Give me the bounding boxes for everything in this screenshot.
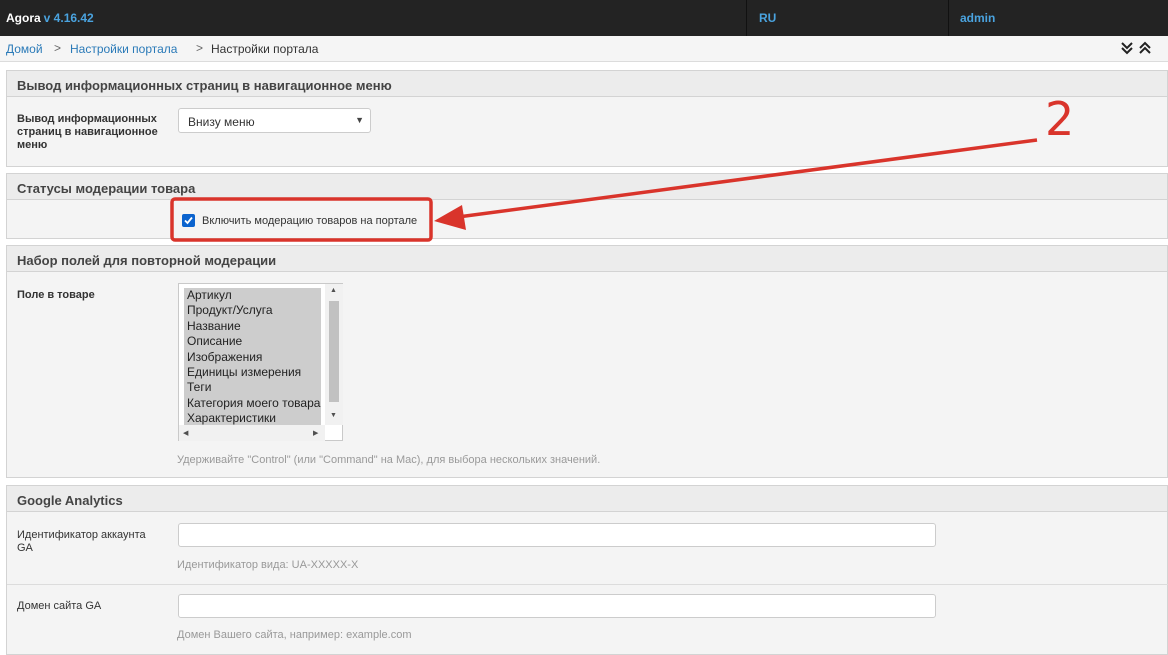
scrollbar-thumb[interactable] (329, 301, 339, 402)
ga-account-help: Идентификатор вида: UA-XXXXX-X (177, 559, 359, 571)
chevron-down-icon: ▼ (355, 115, 364, 125)
field-label: Домен сайта GA (17, 600, 102, 612)
navbar-divider (746, 0, 747, 36)
scroll-left-icon[interactable]: ◀ (183, 429, 188, 437)
app-brand[interactable]: Agora v 4.16.42 (6, 11, 94, 25)
moderation-checkbox[interactable] (182, 214, 195, 227)
list-option[interactable]: Продукт/Услуга (184, 303, 321, 318)
remoderation-section: Набор полей для повторной модерации Поле… (6, 245, 1168, 478)
moderation-checkbox-label[interactable]: Включить модерацию товаров на портале (202, 215, 417, 227)
breadcrumb-current: Настройки портала (211, 42, 319, 56)
top-navbar: Agora v 4.16.42 RU admin (0, 0, 1168, 36)
fields-multiselect[interactable]: Артикул Продукт/Услуга Название Описание… (178, 283, 343, 441)
multiselect-help-text: Удерживайте "Control" (или "Command" на … (177, 454, 601, 466)
annotation-number: 2 (1045, 92, 1075, 146)
divider (7, 584, 1168, 585)
section-title: Google Analytics (7, 486, 1167, 512)
field-label: Идентификатор аккаунта GA (17, 529, 146, 554)
list-option[interactable]: Название (184, 319, 321, 334)
list-option[interactable]: Единицы измерения (184, 365, 321, 380)
moderation-section: Статусы модерации товара Включить модера… (6, 173, 1168, 239)
breadcrumb-portal-settings-link[interactable]: Настройки портала (70, 42, 177, 56)
language-switcher[interactable]: RU (759, 11, 776, 25)
list-option[interactable]: Изображения (184, 350, 321, 365)
nav-pages-section: Вывод информационных страниц в навигацио… (6, 70, 1168, 167)
google-analytics-section: Google Analytics Идентификатор аккаунта … (6, 485, 1168, 655)
section-title: Набор полей для повторной модерации (7, 246, 1167, 272)
app-name: Agora (6, 11, 41, 25)
scroll-up-icon[interactable]: ▲ (330, 287, 337, 294)
collapse-all-icon[interactable] (1137, 40, 1153, 56)
field-label: Вывод информационных страниц в навигацио… (17, 113, 158, 151)
expand-all-icon[interactable] (1119, 40, 1135, 56)
breadcrumb: Домой > Настройки портала > Настройки по… (0, 36, 1168, 62)
navbar-divider (948, 0, 949, 36)
checkmark-icon (184, 216, 193, 225)
breadcrumb-separator: > (54, 41, 62, 55)
breadcrumb-separator: > (196, 41, 204, 55)
scroll-right-icon[interactable]: ▶ (313, 429, 318, 437)
ga-domain-help: Домен Вашего сайта, например: example.co… (177, 629, 412, 641)
user-menu[interactable]: admin (960, 11, 995, 25)
breadcrumb-home-link[interactable]: Домой (6, 42, 43, 56)
app-version: v 4.16.42 (43, 11, 94, 25)
list-option[interactable]: Теги (184, 380, 321, 395)
field-label: Поле в товаре (17, 289, 95, 301)
horizontal-scrollbar[interactable]: ◀ ▶ (179, 425, 325, 441)
list-option[interactable]: Артикул (184, 288, 321, 303)
nav-pages-select[interactable]: Внизу меню ▼ (178, 108, 371, 133)
ga-domain-input[interactable] (178, 594, 936, 618)
options-list: Артикул Продукт/Услуга Название Описание… (184, 288, 321, 425)
ga-account-input[interactable] (178, 523, 936, 547)
select-value: Внизу меню (188, 115, 255, 129)
section-title: Статусы модерации товара (7, 174, 1167, 200)
scroll-down-icon[interactable]: ▼ (330, 412, 337, 419)
list-option[interactable]: Категория моего товара (184, 396, 321, 411)
section-title: Вывод информационных страниц в навигацио… (7, 71, 1167, 97)
list-option[interactable]: Описание (184, 334, 321, 349)
vertical-scrollbar[interactable]: ▲ ▼ (325, 284, 343, 425)
